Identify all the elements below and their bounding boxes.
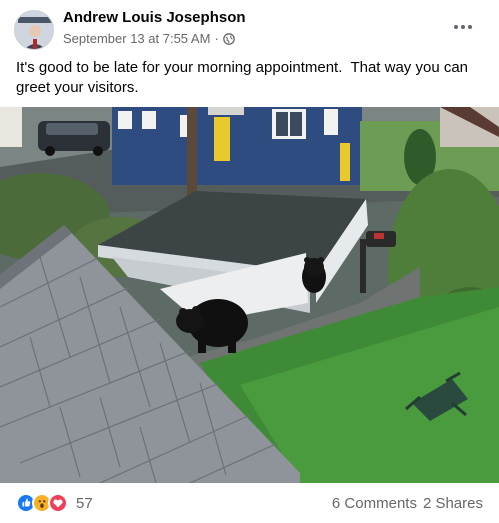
- globe-icon[interactable]: [222, 32, 235, 45]
- ellipsis-icon: [454, 25, 458, 29]
- ellipsis-dot: [461, 25, 465, 29]
- reactions-summary[interactable]: 57: [16, 493, 93, 513]
- post-footer: 57 6 Comments 2 Shares: [0, 483, 499, 523]
- ellipsis-dot: [468, 25, 472, 29]
- parked-car: [38, 121, 110, 156]
- avatar-image: [15, 11, 53, 49]
- author-name[interactable]: Andrew Louis Josephson: [63, 9, 246, 26]
- facebook-post: Andrew Louis Josephson September 13 at 7…: [0, 0, 499, 523]
- photo-scene: [0, 107, 499, 483]
- author-avatar[interactable]: [14, 10, 54, 50]
- post-photo[interactable]: [0, 107, 499, 483]
- post-meta: September 13 at 7:55 AM ·: [63, 31, 235, 46]
- reaction-count: 57: [76, 494, 93, 512]
- post-text: It's good to be late for your morning ap…: [16, 59, 473, 96]
- bear-cub: [302, 257, 326, 293]
- engagement-stats: 6 Comments 2 Shares: [332, 495, 483, 512]
- meta-separator: ·: [214, 31, 219, 46]
- post-timestamp[interactable]: September 13 at 7:55 AM: [63, 31, 210, 46]
- comments-link[interactable]: 6 Comments: [332, 495, 417, 512]
- more-options-button[interactable]: [449, 16, 477, 38]
- blue-house: [112, 107, 362, 185]
- shares-link[interactable]: 2 Shares: [423, 495, 483, 512]
- love-icon: [48, 493, 68, 513]
- post-header: Andrew Louis Josephson September 13 at 7…: [0, 0, 499, 56]
